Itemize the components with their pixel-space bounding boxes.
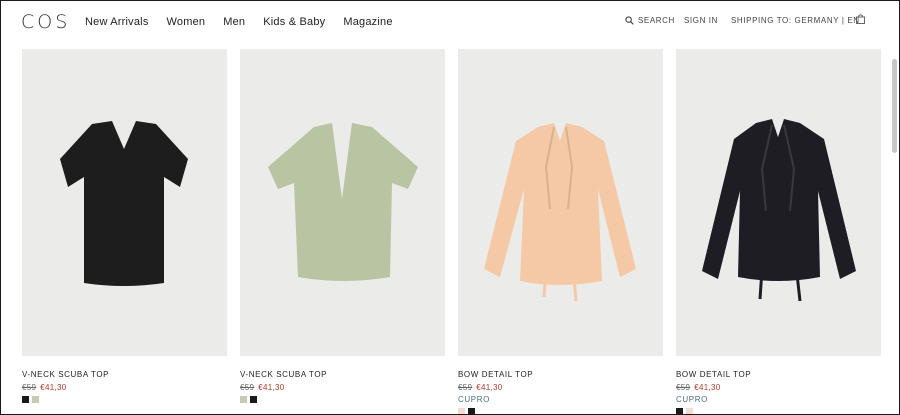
- original-price: €59: [240, 383, 255, 392]
- page-frame: COS New Arrivals Women Men Kids & Baby M…: [0, 0, 900, 415]
- search-button[interactable]: SEARCH: [625, 16, 675, 25]
- color-swatches: [676, 408, 881, 414]
- nav-new-arrivals[interactable]: New Arrivals: [85, 16, 149, 28]
- sale-price: €41,30: [476, 383, 503, 392]
- price-row: €59 €41,30: [676, 383, 881, 393]
- color-swatches: [458, 408, 663, 414]
- garment-illustration: [60, 121, 188, 286]
- product-image[interactable]: [240, 49, 445, 356]
- main-nav: New Arrivals Women Men Kids & Baby Magaz…: [85, 16, 411, 28]
- color-swatch[interactable]: [240, 396, 247, 403]
- color-swatch[interactable]: [458, 408, 465, 414]
- product-card[interactable]: BOW DETAIL TOP €59 €41,30 CUPRO: [458, 49, 663, 414]
- original-price: €59: [676, 383, 691, 392]
- scrollbar-thumb[interactable]: [892, 59, 897, 153]
- product-image[interactable]: [458, 49, 663, 356]
- nav-kids-baby[interactable]: Kids & Baby: [263, 16, 325, 28]
- garment-illustration: [268, 123, 418, 281]
- color-swatch[interactable]: [22, 396, 29, 403]
- product-card[interactable]: BOW DETAIL TOP €59 €41,30 CUPRO: [676, 49, 881, 414]
- product-image[interactable]: [676, 49, 881, 356]
- color-swatches: [240, 396, 445, 403]
- material-label: CUPRO: [676, 395, 708, 404]
- sale-price: €41,30: [694, 383, 721, 392]
- product-card[interactable]: V-NECK SCUBA TOP €59 €41,30: [22, 49, 227, 403]
- color-swatch[interactable]: [686, 408, 693, 414]
- search-icon: [625, 16, 634, 25]
- nav-magazine[interactable]: Magazine: [343, 16, 392, 28]
- color-swatch[interactable]: [250, 396, 257, 403]
- nav-men[interactable]: Men: [223, 16, 245, 28]
- product-image[interactable]: [22, 49, 227, 356]
- price-row: €59 €41,30: [458, 383, 663, 393]
- product-name[interactable]: BOW DETAIL TOP: [676, 370, 881, 380]
- original-price: €59: [22, 383, 37, 392]
- cos-logo[interactable]: COS: [21, 11, 70, 33]
- garment-illustration: [484, 123, 636, 302]
- material-label: CUPRO: [458, 395, 490, 404]
- product-name[interactable]: BOW DETAIL TOP: [458, 370, 663, 380]
- color-swatch[interactable]: [32, 396, 39, 403]
- price-row: €59 €41,30: [240, 383, 445, 393]
- shipping-selector[interactable]: SHIPPING TO: GERMANY | EN: [731, 16, 860, 25]
- color-swatch[interactable]: [468, 408, 475, 414]
- nav-women[interactable]: Women: [167, 16, 206, 28]
- sign-in-link[interactable]: SIGN IN: [684, 16, 718, 25]
- product-card[interactable]: V-NECK SCUBA TOP €59 €41,30: [240, 49, 445, 403]
- garment-illustration: [702, 119, 856, 302]
- search-label: SEARCH: [638, 16, 675, 25]
- product-name[interactable]: V-NECK SCUBA TOP: [22, 370, 227, 380]
- sale-price: €41,30: [40, 383, 67, 392]
- original-price: €59: [458, 383, 473, 392]
- site-header: COS New Arrivals Women Men Kids & Baby M…: [1, 1, 899, 43]
- price-row: €59 €41,30: [22, 383, 227, 393]
- shopping-bag-icon[interactable]: [856, 14, 865, 24]
- product-name[interactable]: V-NECK SCUBA TOP: [240, 370, 445, 380]
- color-swatch[interactable]: [676, 408, 683, 414]
- color-swatches: [22, 396, 227, 403]
- sale-price: €41,30: [258, 383, 285, 392]
